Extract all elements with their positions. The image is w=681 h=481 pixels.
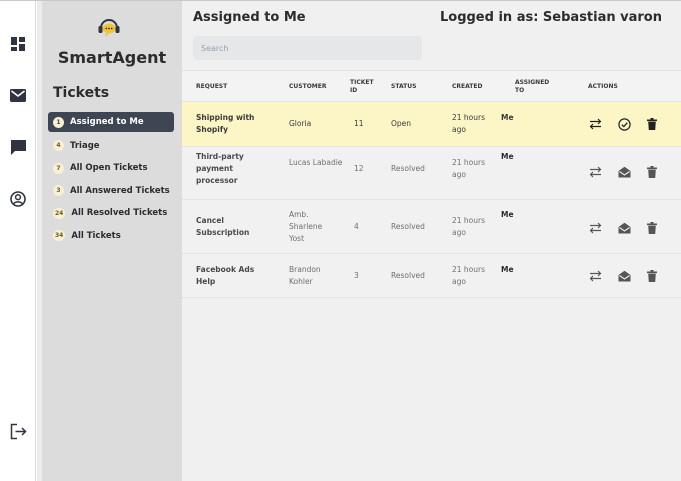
page-title: Assigned to Me [193,10,306,25]
count-badge: 1 [53,116,64,128]
assigned-to-cell: Me [501,265,514,274]
request-cell[interactable]: Third-party payment processor [196,151,276,187]
count-badge: 4 [53,140,64,152]
assigned-to-cell: Me [501,152,514,161]
mail-icon[interactable] [9,86,27,104]
column-header-created[interactable]: CREATED [452,71,482,103]
chat-icon[interactable] [9,138,27,156]
sidebar-item-label: All Open Tickets [70,163,148,174]
reassign-icon[interactable] [588,269,602,283]
status-cell: Resolved [391,271,425,280]
sidebar-heading: Tickets [53,85,110,101]
reassign-icon[interactable] [588,221,602,235]
request-cell[interactable]: Cancel Subscription [196,215,276,239]
ticket-id-cell: 3 [354,271,359,280]
table-row[interactable]: Shipping with Shopify Gloria 11 Open 21 … [182,102,681,147]
table-row[interactable]: Cancel Subscription Amb. Sharlene Yost 4… [182,200,681,254]
sidebar-item-all-open-tickets[interactable]: 7 All Open Tickets [48,157,174,180]
ticket-id-cell: 12 [354,164,364,173]
reassign-icon[interactable] [588,165,602,179]
table-row[interactable]: Third-party payment processor Lucas Laba… [182,147,681,200]
customer-cell: Gloria [289,119,312,128]
search-input[interactable] [193,36,422,60]
sidebar-item-triage[interactable]: 4 Triage [48,135,174,158]
column-header-assigned-to[interactable]: ASSIGNED TO [515,71,555,103]
ticket-id-cell: 4 [354,222,359,231]
sidebar: SmartAgent Tickets 1 Assigned to Me 4 Tr… [42,1,182,481]
count-badge: 34 [53,230,66,242]
created-cell: 21 hours ago [452,265,486,286]
table-row[interactable]: Facebook Ads Help Brandon Kohler 3 Resol… [182,254,681,298]
dashboard-icon[interactable] [9,35,27,53]
customer-cell: Brandon Kohler [289,265,321,286]
trash-icon[interactable] [645,117,659,131]
created-cell: 21 hours ago [452,158,486,179]
column-header-ticket-id[interactable]: TICKET ID [350,71,378,103]
assigned-to-cell: Me [501,210,514,219]
ticket-id-cell: 11 [354,119,364,128]
status-cell: Open [391,119,412,128]
brand-name: SmartAgent [57,48,167,67]
logged-in-user: Logged in as: Sebastian varon [439,10,662,25]
sidebar-item-label: All Tickets [71,230,121,241]
user-circle-icon[interactable] [9,190,27,208]
sidebar-item-label: All Answered Tickets [70,185,170,196]
sidebar-item-all-resolved-tickets[interactable]: 24 All Resolved Tickets [48,202,174,225]
sidebar-item-assigned-to-me[interactable]: 1 Assigned to Me [48,112,174,132]
customer-cell: Lucas Labadie [289,158,343,167]
trash-icon[interactable] [645,269,659,283]
icon-rail [0,1,36,481]
count-badge: 3 [53,185,64,197]
created-cell: 21 hours ago [452,113,486,134]
request-cell[interactable]: Shipping with Shopify [196,112,276,136]
sidebar-item-label: Assigned to Me [70,117,144,127]
status-cell: Resolved [391,222,425,231]
sidebar-item-all-tickets[interactable]: 34 All Tickets [48,225,174,248]
column-header-request[interactable]: REQUEST [196,71,227,103]
logout-icon[interactable] [9,422,27,440]
reassign-icon[interactable] [588,117,602,131]
sidebar-item-all-answered-tickets[interactable]: 3 All Answered Tickets [48,180,174,203]
customer-cell: Amb. Sharlene Yost [289,210,323,243]
table-header: REQUEST CUSTOMER TICKET ID STATUS CREATE… [182,70,681,102]
open-mail-icon[interactable] [617,221,631,235]
count-badge: 7 [53,162,64,174]
main-content: Assigned to Me Logged in as: Sebastian v… [182,1,681,481]
sidebar-item-label: All Resolved Tickets [71,208,168,219]
status-cell: Resolved [391,164,425,173]
assigned-to-cell: Me [501,113,514,122]
open-mail-icon[interactable] [617,269,631,283]
ticket-filter-nav: 1 Assigned to Me 4 Triage 7 All Open Tic… [48,112,174,247]
open-mail-icon[interactable] [617,165,631,179]
column-header-actions: ACTIONS [588,83,618,90]
created-cell: 21 hours ago [452,216,486,237]
trash-icon[interactable] [645,165,659,179]
check-circle-icon[interactable] [617,117,631,131]
logo-icon [96,15,122,41]
request-cell[interactable]: Facebook Ads Help [196,264,276,288]
trash-icon[interactable] [645,221,659,235]
tickets-table: REQUEST CUSTOMER TICKET ID STATUS CREATE… [182,70,681,298]
column-header-status[interactable]: STATUS [391,71,416,103]
sidebar-item-label: Triage [70,140,100,151]
count-badge: 24 [53,207,66,219]
column-header-customer[interactable]: CUSTOMER [289,71,326,103]
app-window: SmartAgent Tickets 1 Assigned to Me 4 Tr… [0,0,681,481]
